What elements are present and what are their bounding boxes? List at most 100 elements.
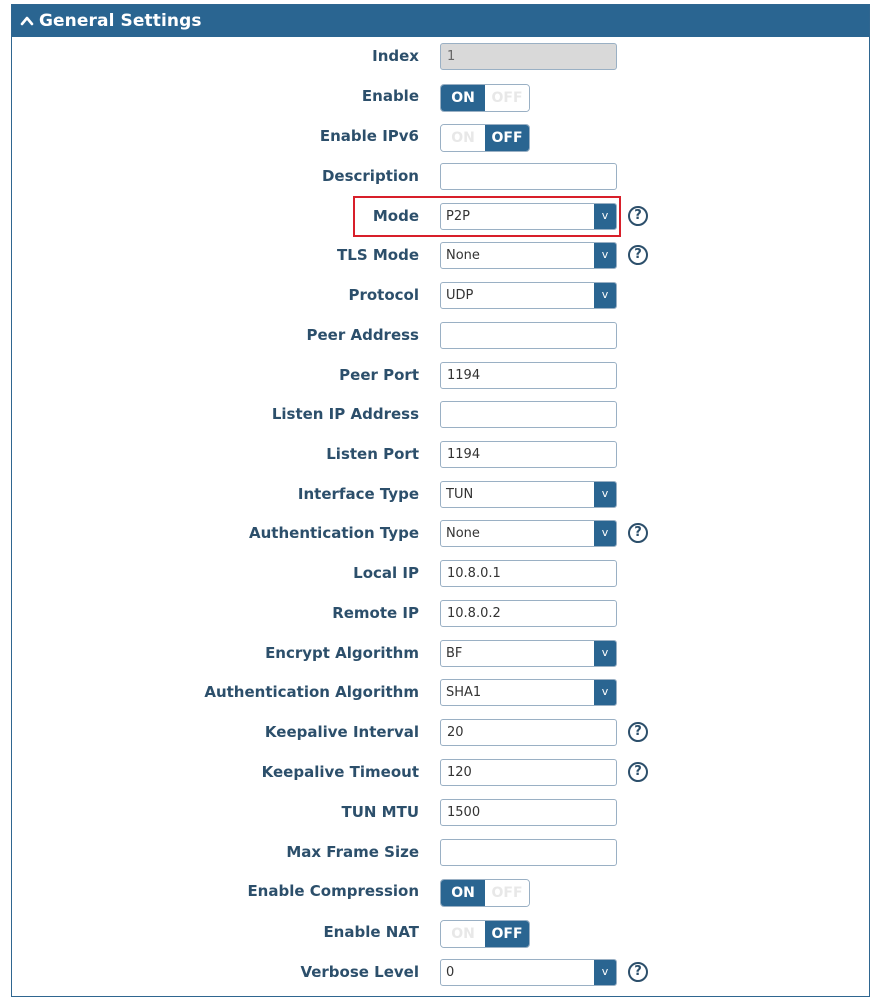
chevron-down-icon: v: [594, 482, 616, 507]
tun-mtu-field[interactable]: [440, 799, 617, 826]
chevron-down-icon: v: [594, 204, 616, 229]
chevron-down-icon: v: [594, 521, 616, 546]
enable-compression-toggle-on: ON: [441, 880, 485, 906]
max-frame-size-label: Max Frame Size: [286, 843, 419, 861]
row-remote-ip: Remote IP: [0, 598, 878, 628]
row-peer-port: Peer Port: [0, 360, 878, 390]
mode-label: Mode: [372, 207, 419, 225]
auth-algorithm-label: Authentication Algorithm: [204, 683, 419, 701]
description-label: Description: [321, 167, 419, 185]
interface-type-select[interactable]: TUN v: [440, 481, 617, 508]
enable-label: Enable: [361, 87, 419, 105]
row-mode: Mode P2P v ?: [0, 201, 878, 231]
peer-port-field[interactable]: [440, 362, 617, 389]
row-tun-mtu: TUN MTU: [0, 797, 878, 827]
listen-port-label: Listen Port: [326, 445, 419, 463]
mode-value: P2P: [446, 209, 470, 224]
peer-address-label: Peer Address: [306, 326, 419, 344]
encrypt-algorithm-select[interactable]: BF v: [440, 640, 617, 667]
chevron-up-icon: [20, 16, 34, 26]
interface-type-value: TUN: [446, 487, 474, 502]
enable-compression-toggle-off: OFF: [485, 880, 529, 906]
row-keepalive-interval: Keepalive Interval ?: [0, 717, 878, 747]
row-enable-nat: Enable NAT ON OFF: [0, 917, 878, 948]
enable-nat-label: Enable NAT: [323, 923, 419, 941]
auth-type-select[interactable]: None v: [440, 520, 617, 547]
description-field[interactable]: [440, 163, 617, 190]
remote-ip-field[interactable]: [440, 600, 617, 627]
row-enable: Enable ON OFF: [0, 81, 878, 112]
listen-ip-field[interactable]: [440, 401, 617, 428]
enable-nat-toggle-off: OFF: [485, 921, 529, 947]
row-description: Description: [0, 161, 878, 191]
panel-title: General Settings: [39, 11, 202, 31]
help-icon[interactable]: ?: [628, 722, 648, 742]
chevron-down-icon: v: [594, 960, 616, 985]
row-listen-ip: Listen IP Address: [0, 399, 878, 429]
listen-port-field[interactable]: [440, 441, 617, 468]
enable-ipv6-toggle[interactable]: ON OFF: [440, 124, 530, 152]
enable-toggle-off: OFF: [485, 85, 529, 111]
help-icon[interactable]: ?: [628, 206, 648, 226]
protocol-value: UDP: [446, 288, 474, 303]
listen-ip-label: Listen IP Address: [271, 405, 419, 423]
chevron-down-icon: v: [594, 680, 616, 705]
tun-mtu-label: TUN MTU: [341, 803, 419, 821]
verbose-level-label: Verbose Level: [300, 963, 419, 981]
enable-toggle-on: ON: [441, 85, 485, 111]
verbose-level-select[interactable]: 0 v: [440, 959, 617, 986]
enable-toggle[interactable]: ON OFF: [440, 84, 530, 112]
local-ip-field[interactable]: [440, 560, 617, 587]
max-frame-size-field[interactable]: [440, 839, 617, 866]
row-keepalive-timeout: Keepalive Timeout ?: [0, 757, 878, 787]
enable-nat-toggle[interactable]: ON OFF: [440, 920, 530, 948]
chevron-down-icon: v: [594, 641, 616, 666]
general-settings-header[interactable]: General Settings: [12, 5, 869, 37]
keepalive-interval-field[interactable]: [440, 719, 617, 746]
row-auth-type: Authentication Type None v ?: [0, 518, 878, 548]
row-tls-mode: TLS Mode None v ?: [0, 240, 878, 270]
protocol-label: Protocol: [348, 286, 419, 304]
help-icon[interactable]: ?: [628, 523, 648, 543]
tls-mode-label: TLS Mode: [337, 246, 419, 264]
peer-address-field[interactable]: [440, 322, 617, 349]
auth-type-label: Authentication Type: [249, 524, 419, 542]
row-enable-compression: Enable Compression ON OFF: [0, 876, 878, 907]
row-local-ip: Local IP: [0, 558, 878, 588]
help-icon[interactable]: ?: [628, 762, 648, 782]
row-encrypt-algorithm: Encrypt Algorithm BF v: [0, 638, 878, 668]
row-auth-algorithm: Authentication Algorithm SHA1 v: [0, 677, 878, 707]
row-protocol: Protocol UDP v: [0, 280, 878, 310]
row-peer-address: Peer Address: [0, 320, 878, 350]
local-ip-label: Local IP: [353, 564, 419, 582]
encrypt-algorithm-value: BF: [446, 646, 463, 661]
index-field[interactable]: [440, 43, 617, 70]
chevron-down-icon: v: [594, 283, 616, 308]
row-verbose-level: Verbose Level 0 v ?: [0, 957, 878, 987]
row-interface-type: Interface Type TUN v: [0, 479, 878, 509]
auth-algorithm-value: SHA1: [446, 685, 482, 700]
index-label: Index: [372, 47, 419, 65]
auth-type-value: None: [446, 526, 480, 541]
enable-ipv6-toggle-off: OFF: [485, 125, 529, 151]
interface-type-label: Interface Type: [297, 485, 419, 503]
enable-compression-toggle[interactable]: ON OFF: [440, 879, 530, 907]
enable-nat-toggle-on: ON: [441, 921, 485, 947]
tls-mode-value: None: [446, 248, 480, 263]
keepalive-timeout-label: Keepalive Timeout: [261, 763, 419, 781]
auth-algorithm-select[interactable]: SHA1 v: [440, 679, 617, 706]
help-icon[interactable]: ?: [628, 962, 648, 982]
keepalive-interval-label: Keepalive Interval: [264, 723, 419, 741]
protocol-select[interactable]: UDP v: [440, 282, 617, 309]
mode-select[interactable]: P2P v: [440, 203, 617, 230]
enable-ipv6-label: Enable IPv6: [319, 127, 419, 145]
row-max-frame-size: Max Frame Size: [0, 837, 878, 867]
verbose-level-value: 0: [446, 965, 455, 980]
enable-compression-label: Enable Compression: [247, 882, 419, 900]
remote-ip-label: Remote IP: [332, 604, 419, 622]
keepalive-timeout-field[interactable]: [440, 759, 617, 786]
row-listen-port: Listen Port: [0, 439, 878, 469]
tls-mode-select[interactable]: None v: [440, 242, 617, 269]
chevron-down-icon: v: [594, 243, 616, 268]
help-icon[interactable]: ?: [628, 245, 648, 265]
